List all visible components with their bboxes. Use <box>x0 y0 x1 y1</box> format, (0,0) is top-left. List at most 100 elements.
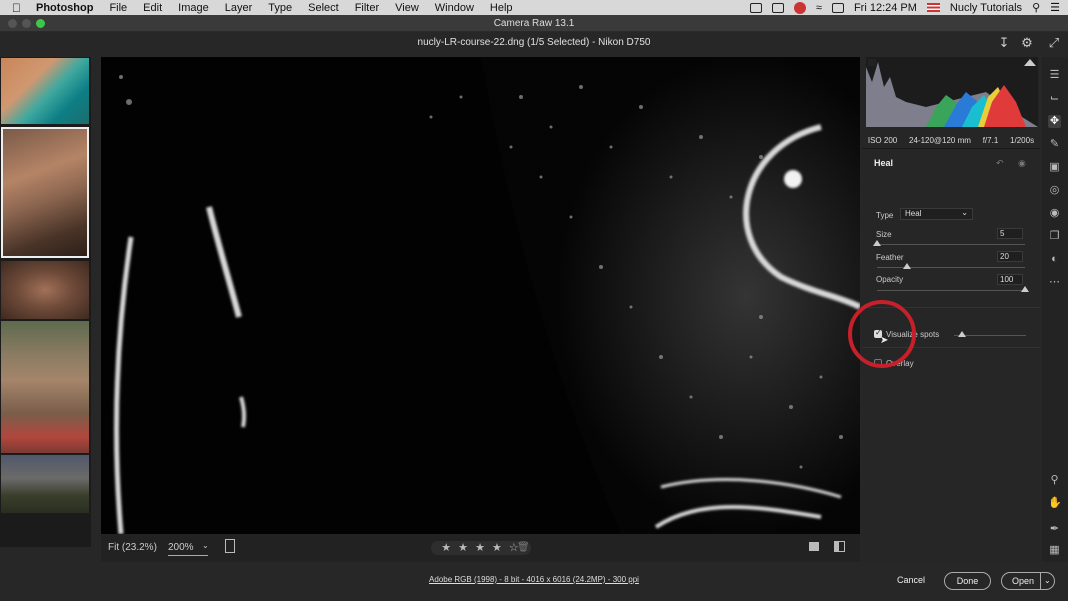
menu-type[interactable]: Type <box>268 2 292 14</box>
screen-record-icon[interactable] <box>749 2 762 13</box>
edit-sliders-icon[interactable]: ☰ <box>1048 69 1061 82</box>
fit-zoom-button[interactable]: Fit (23.2%) <box>108 542 157 553</box>
visualize-spots-preview <box>101 57 860 534</box>
image-canvas[interactable] <box>101 57 860 534</box>
heal-type-value: Heal <box>905 209 922 218</box>
macos-menubar:  Photoshop File Edit Image Layer Type S… <box>0 0 1068 15</box>
creative-cloud-icon[interactable] <box>793 1 806 14</box>
window-title: Camera Raw 13.1 <box>493 18 575 29</box>
edit-panel: ISO 200 24-120@120 mm f/7.1 1/200s Heal … <box>848 57 1040 562</box>
opacity-slider-thumb[interactable] <box>1021 286 1029 292</box>
open-button-label: Open <box>1012 576 1035 586</box>
zoom-tool-icon[interactable]: ⚲ <box>1048 474 1061 487</box>
visibility-eye-icon[interactable]: ◉ <box>1018 158 1026 169</box>
highlight-ring <box>848 300 916 368</box>
input-flag-icon[interactable] <box>926 3 940 12</box>
feather-value-field[interactable]: 20 <box>997 251 1023 262</box>
menu-image[interactable]: Image <box>178 2 209 14</box>
trash-icon[interactable]: 🗑 <box>517 542 530 553</box>
feather-slider[interactable] <box>877 267 1025 268</box>
single-view-icon[interactable] <box>809 542 819 551</box>
menu-filter[interactable]: Filter <box>355 2 379 14</box>
hand-tool-icon[interactable]: ✋ <box>1048 497 1062 510</box>
snapshots-icon[interactable]: ❐ <box>1048 230 1061 243</box>
apple-menu-icon[interactable]:  <box>12 2 24 14</box>
menu-edit[interactable]: Edit <box>143 2 162 14</box>
done-button[interactable]: Done <box>944 572 991 590</box>
menu-window[interactable]: Window <box>435 2 474 14</box>
heal-type-select[interactable]: Heal ⌄ <box>900 208 973 220</box>
graduated-filter-icon[interactable]: ▣ <box>1048 161 1061 174</box>
star-rating[interactable]: ★ ★ ★ ★ ☆ <box>431 541 531 555</box>
size-slider-thumb[interactable] <box>873 240 881 246</box>
window-titlebar: Camera Raw 13.1 <box>0 15 1068 32</box>
filmstrip-toggle-icon[interactable] <box>225 539 235 553</box>
opacity-value-field[interactable]: 100 <box>997 274 1023 285</box>
wifi-icon[interactable]: ≈ <box>816 2 822 14</box>
save-image-icon[interactable]: ↧ <box>997 36 1011 50</box>
document-title: nucly-LR-course-22.dng (1/5 Selected) - … <box>417 37 651 48</box>
airplay-icon[interactable] <box>831 2 844 13</box>
canvas-status-bar: Fit (23.2%) 200% ⌄ ★ ★ ★ ★ ☆ 🗑 <box>101 534 860 562</box>
menu-file[interactable]: File <box>109 2 127 14</box>
footer-bar: Adobe RGB (1998) - 8 bit - 4016 x 6016 (… <box>0 562 1068 601</box>
menu-layer[interactable]: Layer <box>225 2 253 14</box>
before-after-icon[interactable] <box>834 541 845 552</box>
filmstrip <box>0 57 91 547</box>
fullscreen-icon[interactable]: ⤢ <box>1047 36 1061 50</box>
grid-overlay-icon[interactable]: ▦ <box>1048 544 1061 557</box>
mouse-cursor-icon: ➤ <box>880 335 889 346</box>
histogram <box>866 57 1038 127</box>
settings-gear-icon[interactable]: ⚙ <box>1020 36 1034 50</box>
opacity-slider[interactable] <box>877 290 1025 291</box>
chevron-down-icon[interactable]: ⌄ <box>1040 573 1051 589</box>
exif-aperture: f/7.1 <box>982 136 999 145</box>
reset-icon[interactable]: ↶ <box>996 158 1004 169</box>
healing-brush-icon[interactable]: ✥ <box>1048 115 1061 128</box>
tool-strip: ☰ ⌙ ✥ ✎ ▣ ◎ ◉ ❐ ◐ ⋯ ⚲ ✋ ✒ ▦ <box>1042 57 1068 562</box>
filmstrip-thumb-beach[interactable] <box>1 58 89 124</box>
size-label: Size <box>876 230 892 239</box>
chevron-down-icon[interactable]: ⌄ <box>202 541 209 550</box>
adjustment-brush-icon[interactable]: ✎ <box>1048 138 1061 151</box>
red-eye-icon[interactable]: ◉ <box>1048 207 1061 220</box>
exif-info: ISO 200 24-120@120 mm f/7.1 1/200s <box>862 133 1040 149</box>
menu-view[interactable]: View <box>395 2 419 14</box>
opacity-label: Opacity <box>876 275 904 284</box>
menu-help[interactable]: Help <box>490 2 513 14</box>
radial-filter-icon[interactable]: ◎ <box>1048 184 1061 197</box>
menu-select[interactable]: Select <box>308 2 339 14</box>
exif-lens: 24-120@120 mm <box>909 136 971 145</box>
filmstrip-thumb-landscape[interactable] <box>1 455 89 513</box>
filmstrip-thumb-portrait-selected[interactable] <box>1 127 89 258</box>
filmstrip-thumb-building[interactable] <box>1 321 89 453</box>
more-options-icon[interactable]: ⋯ <box>1048 276 1061 289</box>
exif-shutter: 1/200s <box>1010 136 1035 145</box>
color-sampler-icon[interactable]: ✒ <box>1048 523 1061 536</box>
size-slider[interactable] <box>877 244 1025 245</box>
crop-icon[interactable]: ⌙ <box>1048 92 1061 105</box>
camera-raw-header: nucly-LR-course-22.dng (1/5 Selected) - … <box>0 32 1068 56</box>
visualize-spots-slider-thumb[interactable] <box>958 331 966 337</box>
close-window-icon[interactable] <box>8 19 17 28</box>
spotlight-search-icon[interactable]: ⚲ <box>1032 1 1040 14</box>
clock-text[interactable]: Fri 12:24 PM <box>854 2 917 14</box>
zoom-window-icon[interactable] <box>36 19 45 28</box>
heal-panel-title: Heal <box>874 158 894 168</box>
size-value-field[interactable]: 5 <box>997 228 1023 239</box>
display-icon[interactable] <box>771 2 784 13</box>
control-center-icon[interactable]: ☰ <box>1050 1 1060 14</box>
open-button[interactable]: Open ⌄ <box>1001 572 1055 590</box>
cancel-button[interactable]: Cancel <box>886 572 936 590</box>
exif-iso: ISO 200 <box>867 136 898 145</box>
type-label: Type <box>876 211 894 220</box>
user-name[interactable]: Nucly Tutorials <box>950 2 1022 14</box>
feather-slider-thumb[interactable] <box>902 263 911 269</box>
filmstrip-thumb-face[interactable] <box>1 261 89 319</box>
menu-app-photoshop[interactable]: Photoshop <box>36 2 93 14</box>
chevron-down-icon: ⌄ <box>961 208 968 217</box>
presets-icon[interactable]: ◐ <box>1048 253 1061 266</box>
feather-label: Feather <box>876 253 904 262</box>
minimize-window-icon[interactable] <box>22 19 31 28</box>
camera-raw-window: nucly-LR-course-22.dng (1/5 Selected) - … <box>0 32 1068 601</box>
